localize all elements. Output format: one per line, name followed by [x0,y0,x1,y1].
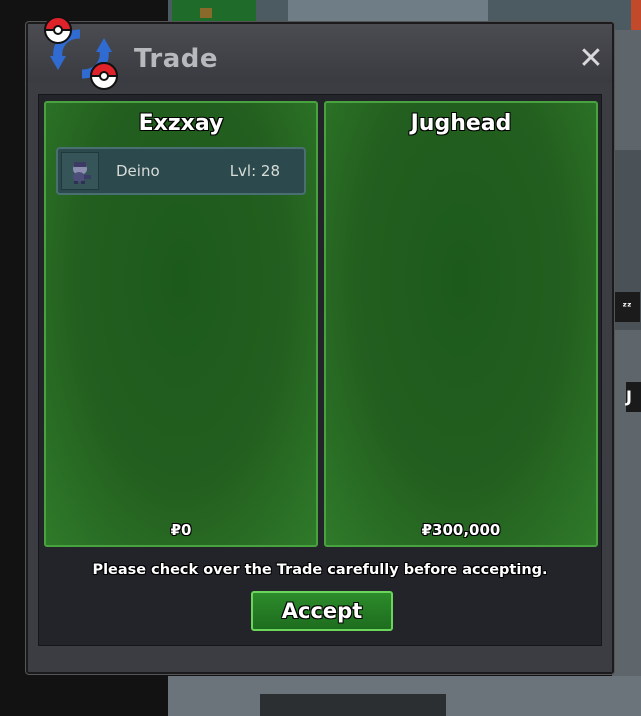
right-trader-name: Jughead [410,111,512,136]
player-nametag-fragment: J [626,382,641,412]
right-money: ₽300,000 [421,521,501,539]
left-trader-name: Exzxay [138,111,224,136]
floor-tile [288,0,488,24]
trade-content: Exzxay Deino Lvl: 28 ₽0 Jughead ₽300,000… [38,94,602,646]
accept-button[interactable]: Accept [251,591,393,631]
trade-window: Trade ✕ Exzxay Deino Lvl: 28 ₽0 Jughead … [26,16,614,674]
grass-tile [172,0,256,22]
game-world-bottom [168,676,641,716]
close-icon[interactable]: ✕ [576,44,606,74]
trade-panel-left: Exzxay Deino Lvl: 28 ₽0 [44,101,318,547]
left-money: ₽0 [170,521,192,539]
trade-notice: Please check over the Trade carefully be… [92,562,548,578]
trade-logo-icon [43,16,119,90]
trade-panel-right: Jughead ₽300,000 [324,101,598,547]
pokemon-level: Lvl: 28 [229,162,280,180]
sleep-zz-icon: ᶻᶻ [614,292,640,322]
pokemon-name: Deino [116,162,160,180]
window-title: Trade [134,44,218,74]
path-tile [260,694,446,716]
trade-item-slot[interactable]: Deino Lvl: 28 [56,147,306,195]
deino-sprite-icon [61,152,99,190]
game-world-right: ᶻᶻ J [612,30,641,716]
